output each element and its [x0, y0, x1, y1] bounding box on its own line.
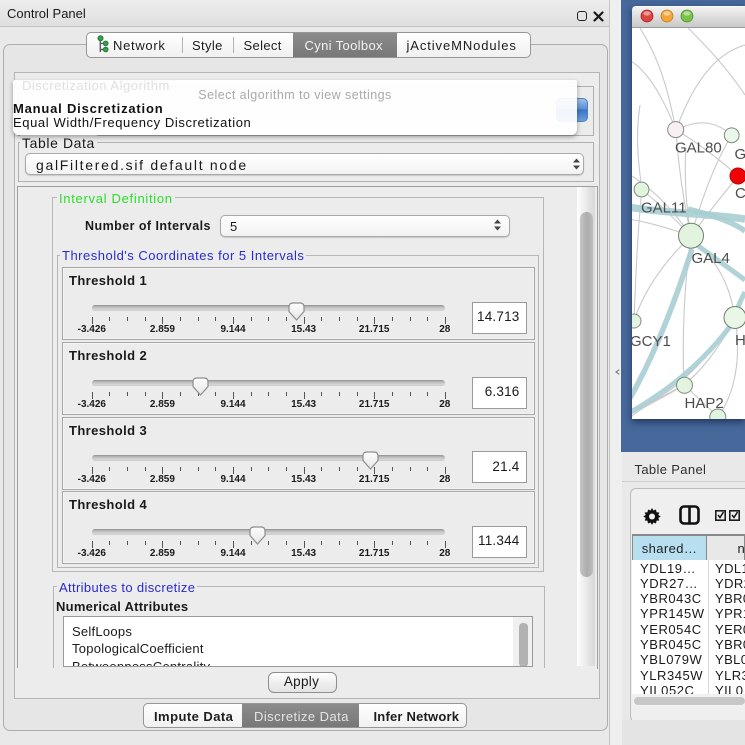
svg-text:HAP2: HAP2 [685, 395, 724, 412]
svg-text:GAL11: GAL11 [641, 200, 687, 217]
svg-text:C: C [735, 185, 745, 202]
svg-text:H: H [735, 332, 745, 349]
svg-text:GCY1: GCY1 [632, 333, 671, 350]
svg-text:GAL4: GAL4 [692, 250, 730, 267]
svg-text:GA: GA [735, 146, 745, 163]
svg-text:GAL80: GAL80 [675, 140, 722, 157]
